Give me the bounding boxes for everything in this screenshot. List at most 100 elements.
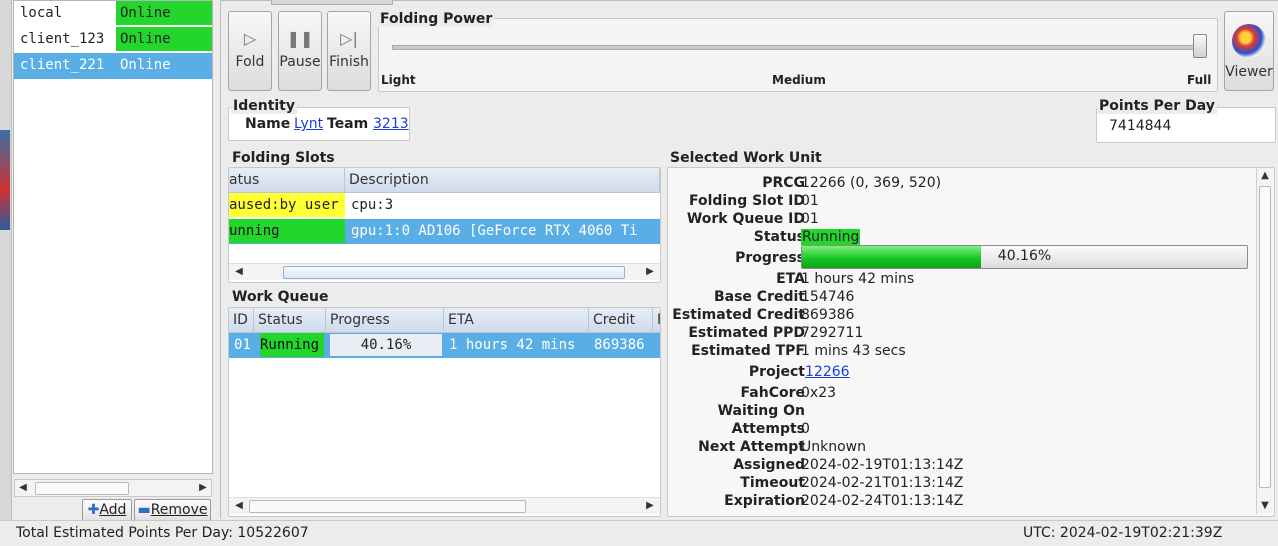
pause-icon: ❚❚ [286,29,314,48]
queue-row[interactable]: 01 Running 40.16% 1 hours 42 mins 869386 [229,333,660,358]
slot-status: unning [229,219,345,243]
fold-button[interactable]: ▷ Fold [228,11,272,91]
wu-label-fahcore: FahCore [740,385,805,401]
utc-clock: UTC: 2024-02-19T02:21:39Z [1023,525,1223,541]
power-medium-label: Medium [772,73,826,87]
add-client-button[interactable]: ✚Add [82,499,132,521]
queue-col-id[interactable]: ID [229,308,254,332]
client-name: client_221 [20,57,105,73]
wu-value-next-attempt: Unknown [801,439,866,455]
pause-button[interactable]: ❚❚ Pause [278,11,322,91]
wu-value-fahcore: 0x23 [801,385,837,401]
wu-value-status: Running [801,229,861,245]
finish-icon: ▷| [340,29,358,48]
selected-wu-title: Selected Work Unit [668,150,824,166]
viewer-button[interactable]: Viewer [1224,11,1274,91]
wu-label-waiting-on: Waiting On [717,403,805,419]
scroll-up-icon[interactable]: ▲ [1257,168,1273,184]
queue-col-f[interactable]: F [653,308,660,332]
wu-label-work-queue-id: Work Queue ID [686,211,805,227]
scroll-right-icon[interactable]: ▶ [642,498,658,514]
queue-col-progress[interactable]: Progress [326,308,444,332]
wu-progress-bar: 40.16% [801,245,1248,269]
slot-row[interactable]: aused:by user cpu:3 [229,193,660,218]
wu-label-base-credit: Base Credit [713,289,805,305]
wu-label-next-attempt: Next Attempt [698,439,805,455]
slot-status: aused:by user [229,193,345,217]
client-status: Online [116,1,212,25]
wu-label-project: Project [748,364,805,380]
wu-label-folding-slot-id: Folding Slot ID [689,193,805,209]
queue-status: Running [260,333,324,357]
scroll-left-icon[interactable]: ◀ [15,480,31,496]
wu-value-expiration: 2024-02-24T01:13:14Z [801,493,964,509]
scroll-thumb[interactable] [1259,186,1271,488]
power-full-label: Full [1187,73,1212,87]
tab-stub[interactable] [271,0,393,5]
scroll-thumb[interactable] [35,482,129,495]
folding-power-title: Folding Power [378,11,495,27]
viewer-icon [1232,24,1266,58]
folding-slots-title: Folding Slots [230,150,337,166]
play-icon: ▷ [243,29,257,48]
wu-label-timeout: Timeout [740,475,805,491]
window-edge [0,0,12,545]
wu-label-assigned: Assigned [733,457,805,473]
queue-hscrollbar[interactable]: ◀ ▶ [229,497,660,514]
wu-value-estimated-ppd: 7292711 [801,325,864,341]
folding-slots-table[interactable]: atus Description aused:by user cpu:3 unn… [228,167,661,283]
client-list-hscrollbar[interactable]: ◀ ▶ [14,479,212,497]
wu-label-attempts: Attempts [731,421,805,437]
client-name: client_123 [20,31,105,47]
scroll-thumb[interactable] [249,500,526,513]
work-queue-table[interactable]: ID Status Progress ETA Credit F 01 Runni… [228,307,661,517]
client-row-local[interactable]: local Online [14,1,212,27]
wu-progress-text: 40.16% [997,248,1052,264]
power-slider-thumb[interactable] [1193,34,1207,58]
client-list[interactable]: local Online client_123 Online client_22… [13,0,213,474]
finish-button[interactable]: ▷| Finish [327,11,371,91]
wu-value-project[interactable]: 12266 [805,364,850,380]
client-status: Online [116,27,212,51]
scroll-down-icon[interactable]: ▼ [1257,498,1273,514]
wu-value-timeout: 2024-02-21T01:13:14Z [801,475,964,491]
wu-value-folding-slot-id: 01 [801,193,819,209]
wu-value-work-queue-id: 01 [801,211,819,227]
queue-col-status[interactable]: Status [254,308,326,332]
slots-hscrollbar[interactable]: ◀ ▶ [229,263,660,280]
remove-client-button[interactable]: ▬Remove [134,499,211,521]
queue-progress: 40.16% [330,334,442,356]
name-label: Name [245,116,291,132]
queue-eta: 1 hours 42 mins [449,337,576,353]
ppd-value: 7414844 [1109,118,1172,134]
identity-name-link[interactable]: Lynt [294,116,323,132]
wu-value-eta: 1 hours 42 mins [801,271,915,287]
scroll-left-icon[interactable]: ◀ [231,498,247,514]
slots-col-description[interactable]: Description [345,168,660,192]
queue-col-credit[interactable]: Credit [589,308,653,332]
power-light-label: Light [381,73,416,87]
client-row-client-221[interactable]: client_221 Online [14,53,212,79]
wu-label-prcg: PRCG [762,175,805,191]
power-slider-track[interactable] [392,45,1202,50]
scroll-thumb[interactable] [283,266,625,279]
client-row-client-123[interactable]: client_123 Online [14,27,212,53]
slots-col-status[interactable]: atus [229,168,345,192]
status-bar: Total Estimated Points Per Day: 10522607… [0,520,1278,546]
team-label: Team [327,116,369,132]
wu-label-expiration: Expiration [724,493,805,509]
identity-team-link[interactable]: 3213 [373,116,409,132]
queue-col-eta[interactable]: ETA [444,308,589,332]
queue-credit: 869386 [594,337,645,353]
slot-row[interactable]: unning gpu:1:0 AD106 [GeForce RTX 4060 T… [229,219,660,244]
wu-value-base-credit: 154746 [801,289,855,305]
wu-value-estimated-tpf: 1 mins 43 secs [801,343,906,359]
scroll-right-icon[interactable]: ▶ [195,480,211,496]
scroll-left-icon[interactable]: ◀ [231,264,247,280]
client-status: Online [120,57,171,73]
scroll-right-icon[interactable]: ▶ [642,264,658,280]
wu-vscrollbar[interactable]: ▲ ▼ [1256,168,1273,514]
plus-icon: ✚ [87,502,100,518]
slot-description: cpu:3 [351,197,394,213]
total-ppd-text: Total Estimated Points Per Day: 10522607 [16,525,309,541]
